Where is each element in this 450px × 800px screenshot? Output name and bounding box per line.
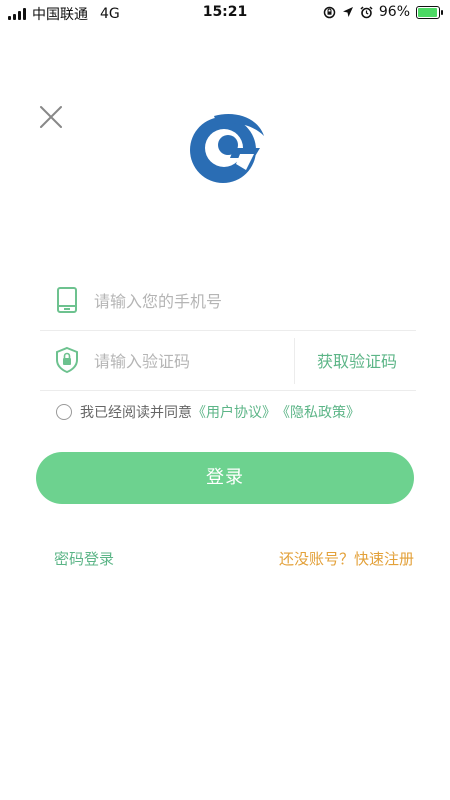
status-bar-right: 96% xyxy=(323,4,443,20)
agreement-row: 我已经阅读并同意 《用户协议》 《隐私政策》 xyxy=(56,402,360,422)
agreement-text: 我已经阅读并同意 xyxy=(80,405,192,421)
shield-lock-icon xyxy=(56,346,78,374)
privacy-policy-link[interactable]: 《隐私政策》 xyxy=(276,402,360,422)
orientation-lock-icon xyxy=(323,6,336,18)
phone-icon xyxy=(57,287,77,313)
password-login-link[interactable]: 密码登录 xyxy=(54,548,114,569)
code-field: 获取验证码 xyxy=(40,330,416,391)
code-input[interactable] xyxy=(92,344,286,378)
logo xyxy=(190,114,264,183)
field-divider xyxy=(294,338,295,384)
user-agreement-link[interactable]: 《用户协议》 xyxy=(192,402,276,422)
battery-percent: 96% xyxy=(378,4,410,20)
login-button[interactable]: 登录 xyxy=(36,452,414,504)
phone-field xyxy=(40,270,416,331)
battery-icon xyxy=(416,5,443,19)
register-link[interactable]: 还没账号？快速注册 xyxy=(279,548,414,569)
phone-input[interactable] xyxy=(92,284,326,318)
alarm-icon xyxy=(360,5,373,18)
location-icon xyxy=(342,7,353,17)
status-bar: 中国联通 4G 15:21 96% xyxy=(0,0,450,26)
close-icon[interactable] xyxy=(38,104,64,130)
agreement-checkbox[interactable] xyxy=(56,404,72,420)
get-code-button[interactable]: 获取验证码 xyxy=(302,348,412,372)
